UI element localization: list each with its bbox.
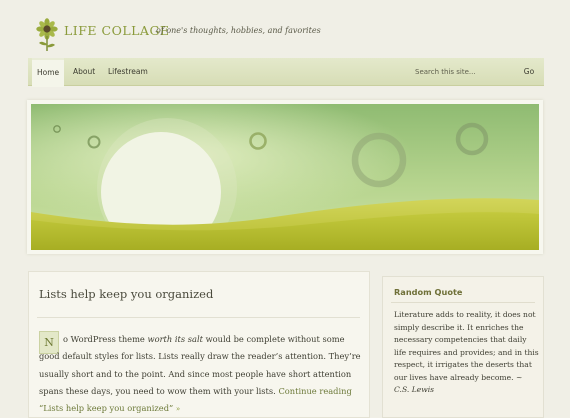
widget-divider [391,302,535,303]
post-excerpt-start: o WordPress theme [63,334,148,344]
post-box: Lists help keep you organized N o WordPr… [28,271,370,418]
sidebar-random-quote-widget: Random Quote Literature adds to reality,… [382,276,544,418]
search-input[interactable] [412,64,520,79]
sunflower-logo-icon[interactable] [34,18,60,52]
double-chevron-right-icon[interactable]: » [176,405,180,413]
nav-item-home[interactable]: Home [32,58,65,87]
nav-item-about[interactable]: About [73,58,95,85]
hero-banner-image [31,104,539,250]
page: LIFE COLLAGE of one's thoughts, hobbies,… [0,0,570,418]
search-go-button[interactable]: Go [514,64,544,79]
site-title[interactable]: LIFE COLLAGE [64,23,170,38]
post-excerpt: o WordPress theme worth its salt would b… [39,331,364,418]
quote-body: Literature adds to reality, it does not … [394,310,539,382]
hero-banner-frame [27,100,543,254]
post-title[interactable]: Lists help keep you organized [39,287,213,301]
nav-item-lifestream[interactable]: Lifestream [108,58,148,85]
post-excerpt-emphasis: worth its salt [147,334,203,344]
main-navigation: Home About Lifestream Go [28,58,544,87]
quote-text: Literature adds to reality, it does not … [394,309,539,397]
quote-author: C.S. Lewis [394,385,435,394]
post-divider [37,317,360,318]
widget-title: Random Quote [394,287,463,297]
site-tagline: of one's thoughts, hobbies, and favorite… [156,26,321,35]
